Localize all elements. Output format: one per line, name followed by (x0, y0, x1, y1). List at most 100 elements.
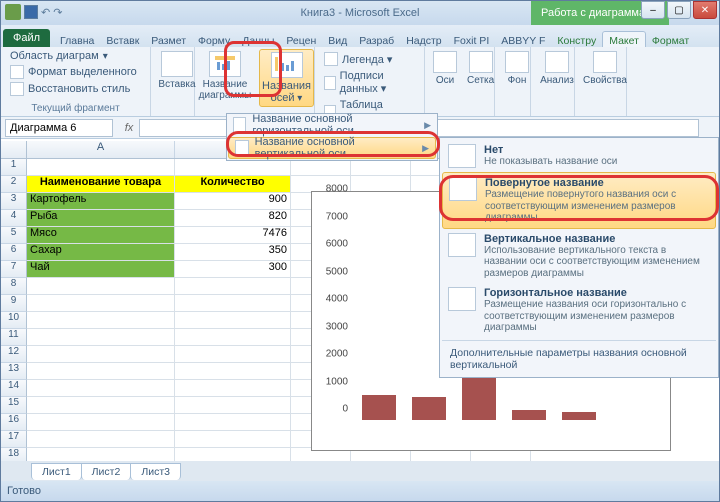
chart-bar[interactable] (512, 410, 546, 420)
sheet-tab[interactable]: Лист1 (31, 463, 82, 480)
chart-title-button[interactable]: Название диаграммы (197, 49, 253, 103)
row-header[interactable]: 5 (1, 227, 27, 244)
file-tab[interactable]: Файл (3, 29, 50, 47)
cell[interactable]: Чай (27, 261, 175, 278)
row-header[interactable]: 15 (1, 397, 27, 414)
y-tick: 5000 (326, 266, 348, 277)
cell[interactable] (27, 431, 175, 448)
cell[interactable] (27, 363, 175, 380)
cell[interactable] (175, 329, 291, 346)
row-header[interactable]: 1 (1, 159, 27, 176)
axis-titles-button[interactable]: Названия осей ▾ (259, 49, 314, 107)
reset-style-button[interactable]: Восстановить стиль (7, 81, 144, 97)
vertical-axis-title-item[interactable]: Название основной вертикальной оси▶ (228, 137, 436, 159)
data-labels-button[interactable]: Подписи данных ▾ (321, 69, 418, 96)
more-axis-title-options[interactable]: Дополнительные параметры названия основн… (442, 343, 716, 375)
cell[interactable] (27, 295, 175, 312)
cell[interactable]: Рыба (27, 210, 175, 227)
cell[interactable] (27, 380, 175, 397)
save-icon[interactable] (24, 5, 38, 19)
cell[interactable] (175, 448, 291, 461)
row-header[interactable]: 3 (1, 193, 27, 210)
sheet-tab[interactable]: Лист3 (130, 463, 181, 480)
chart-area-selector[interactable]: Область диаграм ▾ (7, 49, 144, 63)
cell[interactable]: Сахар (27, 244, 175, 261)
cell[interactable] (27, 329, 175, 346)
close-button[interactable]: ✕ (693, 1, 717, 19)
row-header[interactable]: 7 (1, 261, 27, 278)
cell[interactable] (175, 380, 291, 397)
row-header[interactable]: 17 (1, 431, 27, 448)
row-header[interactable]: 2 (1, 176, 27, 193)
cell[interactable] (27, 312, 175, 329)
cell[interactable] (175, 397, 291, 414)
cell[interactable]: 350 (175, 244, 291, 261)
cell[interactable] (175, 346, 291, 363)
axis-title-vertical[interactable]: Вертикальное названиеИспользование верти… (442, 229, 716, 284)
grid-icon (469, 51, 493, 73)
axes-button[interactable]: Оси (431, 49, 459, 88)
chart-bar[interactable] (412, 397, 446, 420)
row-header[interactable]: 8 (1, 278, 27, 295)
gridlines-button[interactable]: Сетка (465, 49, 496, 88)
horizontal-axis-title-item[interactable]: Название основной горизонтальной оси▶ (227, 114, 437, 136)
sheet-tab[interactable]: Лист2 (81, 463, 132, 480)
cell[interactable]: 7476 (175, 227, 291, 244)
axis-title-horizontal[interactable]: Горизонтальное названиеРазмещение назван… (442, 283, 716, 338)
cell[interactable]: 300 (175, 261, 291, 278)
cell[interactable] (175, 363, 291, 380)
cell[interactable] (175, 295, 291, 312)
cell[interactable] (27, 346, 175, 363)
cell[interactable]: Количество (175, 176, 291, 193)
chart-bar[interactable] (362, 395, 396, 420)
cell[interactable] (351, 159, 411, 176)
title-bar: ↶ ↷ Книга3 - Microsoft Excel Работа с ди… (1, 1, 719, 25)
cell[interactable]: Картофель (27, 193, 175, 210)
cell[interactable] (175, 431, 291, 448)
insert-button[interactable]: Вставка (157, 49, 197, 92)
cell[interactable] (291, 159, 351, 176)
row-header[interactable]: 4 (1, 210, 27, 227)
maximize-button[interactable]: ▢ (667, 1, 691, 19)
cell[interactable]: Наименование товара (27, 176, 175, 193)
cell[interactable] (175, 414, 291, 431)
cell[interactable]: 900 (175, 193, 291, 210)
axis-title-rotated[interactable]: Повернутое названиеРазмещение повернутог… (442, 172, 716, 229)
row-header[interactable]: 11 (1, 329, 27, 346)
sheet-tabs: Лист1Лист2Лист3 (1, 461, 719, 481)
undo-icon[interactable]: ↶ (41, 6, 50, 19)
row-header[interactable]: 12 (1, 346, 27, 363)
data-labels-icon (324, 76, 336, 90)
row-header[interactable]: 16 (1, 414, 27, 431)
row-header[interactable]: 13 (1, 363, 27, 380)
cell[interactable] (175, 312, 291, 329)
fx-icon[interactable]: fx (119, 119, 139, 137)
col-header[interactable]: A (27, 141, 175, 158)
minimize-button[interactable]: – (641, 1, 665, 19)
legend-button[interactable]: Легенда ▾ (321, 51, 418, 67)
row-header[interactable]: 6 (1, 244, 27, 261)
cell[interactable]: Мясо (27, 227, 175, 244)
props-icon (593, 51, 617, 73)
cell[interactable] (27, 397, 175, 414)
cell[interactable]: 820 (175, 210, 291, 227)
row-header[interactable]: 14 (1, 380, 27, 397)
row-header[interactable]: 10 (1, 312, 27, 329)
chart-bar[interactable] (562, 412, 596, 420)
row-header[interactable]: 9 (1, 295, 27, 312)
background-button[interactable]: Фон (501, 49, 533, 88)
cell[interactable] (175, 278, 291, 295)
row-header[interactable]: 18 (1, 448, 27, 461)
redo-icon[interactable]: ↷ (53, 6, 62, 19)
properties-button[interactable]: Свойства (581, 49, 629, 88)
y-tick: 0 (342, 404, 348, 415)
cell[interactable] (27, 414, 175, 431)
cell[interactable] (27, 278, 175, 295)
format-selection-button[interactable]: Формат выделенного (7, 64, 144, 80)
cell[interactable] (27, 159, 175, 176)
name-box[interactable]: Диаграмма 6 (5, 119, 113, 137)
axis-title-none[interactable]: НетНе показывать название оси (442, 140, 716, 172)
cell[interactable] (175, 159, 291, 176)
analysis-button[interactable]: Анализ (537, 49, 577, 88)
cell[interactable] (27, 448, 175, 461)
